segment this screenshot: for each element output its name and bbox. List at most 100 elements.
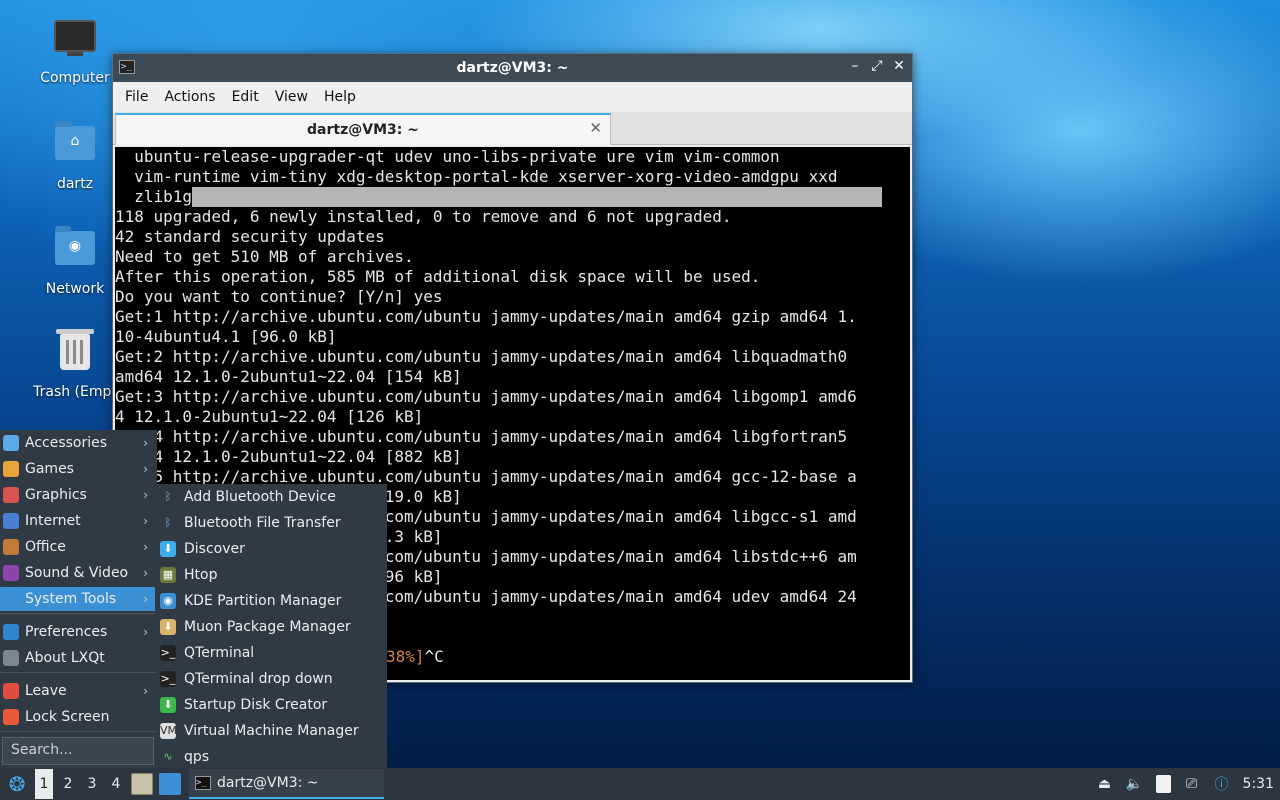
menu-file[interactable]: File: [117, 89, 156, 105]
lock-icon: [3, 709, 19, 725]
submenu-item-label: KDE Partition Manager: [184, 593, 342, 609]
desktop-icon-computer[interactable]: Computer: [27, 16, 123, 86]
terminal-line: 118 upgraded, 6 newly installed, 0 to re…: [115, 207, 732, 226]
menu-item-leave[interactable]: Leave ›: [0, 679, 157, 703]
chevron-right-icon: ›: [143, 514, 148, 528]
eject-icon[interactable]: ⏏: [1096, 775, 1114, 793]
update-notifier-icon[interactable]: ⓘ: [1213, 775, 1231, 793]
maximize-icon[interactable]: ⤢: [870, 58, 884, 74]
menu-actions[interactable]: Actions: [156, 89, 223, 105]
taskbar-task-terminal[interactable]: >_ dartz@VM3: ~: [189, 769, 384, 799]
terminal-icon: >_: [160, 671, 176, 687]
menu-item-games[interactable]: Games ›: [0, 457, 157, 481]
startup-disk-icon: ⬇: [160, 697, 176, 713]
submenu-item-qterminal[interactable]: >_ QTerminal: [155, 640, 387, 666]
tab-label: dartz@VM3: ~: [307, 122, 419, 138]
menu-item-system-tools[interactable]: System Tools ›: [0, 587, 157, 611]
submenu-item-discover[interactable]: ⬇ Discover: [155, 536, 387, 562]
system-tools-submenu: ᛒ Add Bluetooth Device ᛒ Bluetooth File Tra…: [155, 484, 387, 768]
menu-item-office[interactable]: Office ›: [0, 535, 157, 559]
submenu-item-label: qps: [184, 749, 210, 765]
graphics-icon: [3, 487, 19, 503]
games-icon: [3, 461, 19, 477]
submenu-item-label: Virtual Machine Manager: [184, 723, 359, 739]
submenu-item-bluetooth-file-transfer[interactable]: ᛒ Bluetooth File Transfer: [155, 510, 387, 536]
menu-item-label: Leave: [25, 683, 67, 699]
menu-view[interactable]: View: [267, 89, 316, 105]
menu-item-label: Office: [25, 539, 66, 555]
submenu-item-kde-partition-manager[interactable]: ◉ KDE Partition Manager: [155, 588, 387, 614]
close-icon[interactable]: ✕: [892, 58, 906, 74]
discover-icon: ⬇: [160, 541, 176, 557]
desktop-icon-label: Trash (Empt: [33, 384, 117, 400]
start-menu-button[interactable]: ❂: [2, 769, 32, 799]
submenu-item-muon-package-manager[interactable]: ⬇ Muon Package Manager: [155, 614, 387, 640]
submenu-item-label: Add Bluetooth Device: [184, 489, 336, 505]
submenu-item-label: QTerminal drop down: [184, 671, 333, 687]
workspace-4[interactable]: 4: [104, 769, 128, 799]
workspace-3[interactable]: 3: [80, 769, 104, 799]
submenu-item-startup-disk-creator[interactable]: ⬇ Startup Disk Creator: [155, 692, 387, 718]
tab-terminal[interactable]: dartz@VM3: ~ ✕: [115, 113, 611, 145]
system-tools-icon: [3, 591, 19, 607]
menu-separator: [0, 731, 157, 732]
minimize-icon[interactable]: –: [848, 58, 862, 74]
tab-close-icon[interactable]: ✕: [589, 119, 602, 137]
chevron-right-icon: ›: [143, 488, 148, 502]
network-icon[interactable]: ⎚: [1183, 775, 1201, 793]
accessories-icon: [3, 435, 19, 451]
task-label: dartz@VM3: ~: [217, 775, 319, 791]
menu-item-sound-video[interactable]: Sound & Video ›: [0, 561, 157, 585]
chevron-right-icon: ›: [143, 592, 148, 606]
desktop-icon-label: Network: [45, 281, 105, 297]
bluetooth-icon: ᛒ: [160, 489, 176, 505]
menu-item-preferences[interactable]: Preferences ›: [0, 620, 157, 644]
menu-item-accessories[interactable]: Accessories ›: [0, 431, 157, 455]
office-icon: [3, 539, 19, 555]
file-manager-icon[interactable]: [131, 773, 153, 795]
submenu-item-label: QTerminal: [184, 645, 255, 661]
show-desktop-icon[interactable]: [159, 773, 181, 795]
desktop-icon-trash[interactable]: Trash (Empt: [27, 329, 123, 400]
clock[interactable]: 5:31: [1243, 776, 1274, 792]
menu-item-label: System Tools: [25, 591, 117, 607]
workspace-1[interactable]: 1: [35, 769, 53, 799]
htop-icon: ▦: [160, 567, 176, 583]
sound-video-icon: [3, 565, 19, 581]
menu-item-label: Internet: [25, 513, 81, 529]
progress-percent: 38%]: [386, 647, 425, 666]
menu-item-internet[interactable]: Internet ›: [0, 509, 157, 533]
terminal-line: ubuntu-release-upgrader-qt udev uno-libs…: [115, 147, 780, 166]
desktop-icon-label: Computer: [40, 70, 110, 86]
terminal-line: Get:1 http://archive.ubuntu.com/ubuntu j…: [115, 307, 857, 326]
menu-item-about-lxqt[interactable]: About LXQt: [0, 646, 157, 670]
chevron-right-icon: ›: [143, 625, 148, 639]
terminal-line: Need to get 510 MB of archives.: [115, 247, 414, 266]
volume-icon[interactable]: 🔈: [1126, 775, 1144, 793]
menu-help[interactable]: Help: [316, 89, 364, 105]
clipboard-icon[interactable]: [1155, 775, 1171, 793]
submenu-item-add-bluetooth-device[interactable]: ᛒ Add Bluetooth Device: [155, 484, 387, 510]
terminal-line: Get:4 http://archive.ubuntu.com/ubuntu j…: [115, 427, 848, 446]
menu-item-lock-screen[interactable]: Lock Screen: [0, 705, 157, 729]
terminal-line: After this operation, 585 MB of addition…: [115, 267, 761, 286]
preferences-icon: [3, 624, 19, 640]
terminal-app-icon[interactable]: >_: [119, 60, 135, 74]
submenu-item-qterminal-drop-down[interactable]: >_ QTerminal drop down: [155, 666, 387, 692]
desktop-icon-home[interactable]: ⌂ dartz: [27, 120, 123, 192]
menu-item-label: Sound & Video: [25, 565, 129, 581]
workspace-2[interactable]: 2: [56, 769, 80, 799]
menu-search-input[interactable]: Search...: [2, 737, 154, 765]
chevron-right-icon: ›: [143, 540, 148, 554]
menu-edit[interactable]: Edit: [224, 89, 267, 105]
submenu-item-qps[interactable]: ∿ qps: [155, 744, 387, 770]
terminal-task-icon: >_: [195, 776, 211, 790]
desktop-icon-network[interactable]: ◉ Network: [27, 225, 123, 297]
submenu-item-virtual-machine-manager[interactable]: VM Virtual Machine Manager: [155, 718, 387, 744]
submenu-item-htop[interactable]: ▦ Htop: [155, 562, 387, 588]
terminal-line: 10-4ubuntu4.1 [96.0 kB]: [115, 327, 337, 346]
menu-item-label: Preferences: [25, 624, 108, 640]
chevron-right-icon: ›: [143, 684, 148, 698]
menu-item-graphics[interactable]: Graphics ›: [0, 483, 157, 507]
window-titlebar[interactable]: >_ dartz@VM3: ~ – ⤢ ✕: [113, 54, 912, 82]
